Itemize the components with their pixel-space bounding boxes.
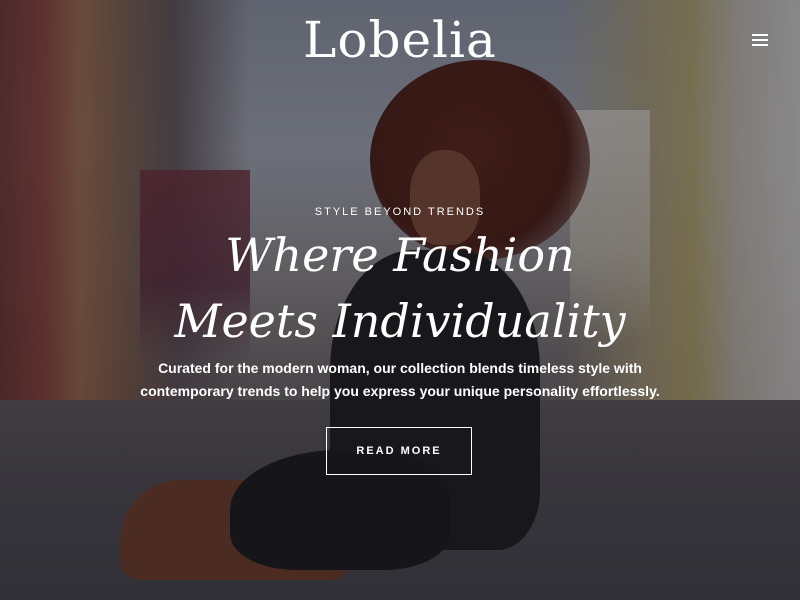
site-logo[interactable]: Lobelia [0, 10, 800, 70]
hero-headline: Where Fashion Meets Individuality [174, 228, 626, 348]
hero-subcopy: Curated for the modern woman, our collec… [140, 360, 660, 399]
hamburger-menu-icon[interactable] [750, 30, 770, 50]
menu-icon-bar [752, 44, 768, 46]
menu-icon-bar [752, 34, 768, 36]
hero-eyebrow: STYLE BEYOND TRENDS [314, 206, 486, 218]
hero-section: Lobelia STYLE BEYOND TRENDS Where Fashio… [0, 0, 800, 600]
read-more-button[interactable]: READ MORE [326, 427, 472, 475]
menu-icon-bar [752, 39, 768, 41]
